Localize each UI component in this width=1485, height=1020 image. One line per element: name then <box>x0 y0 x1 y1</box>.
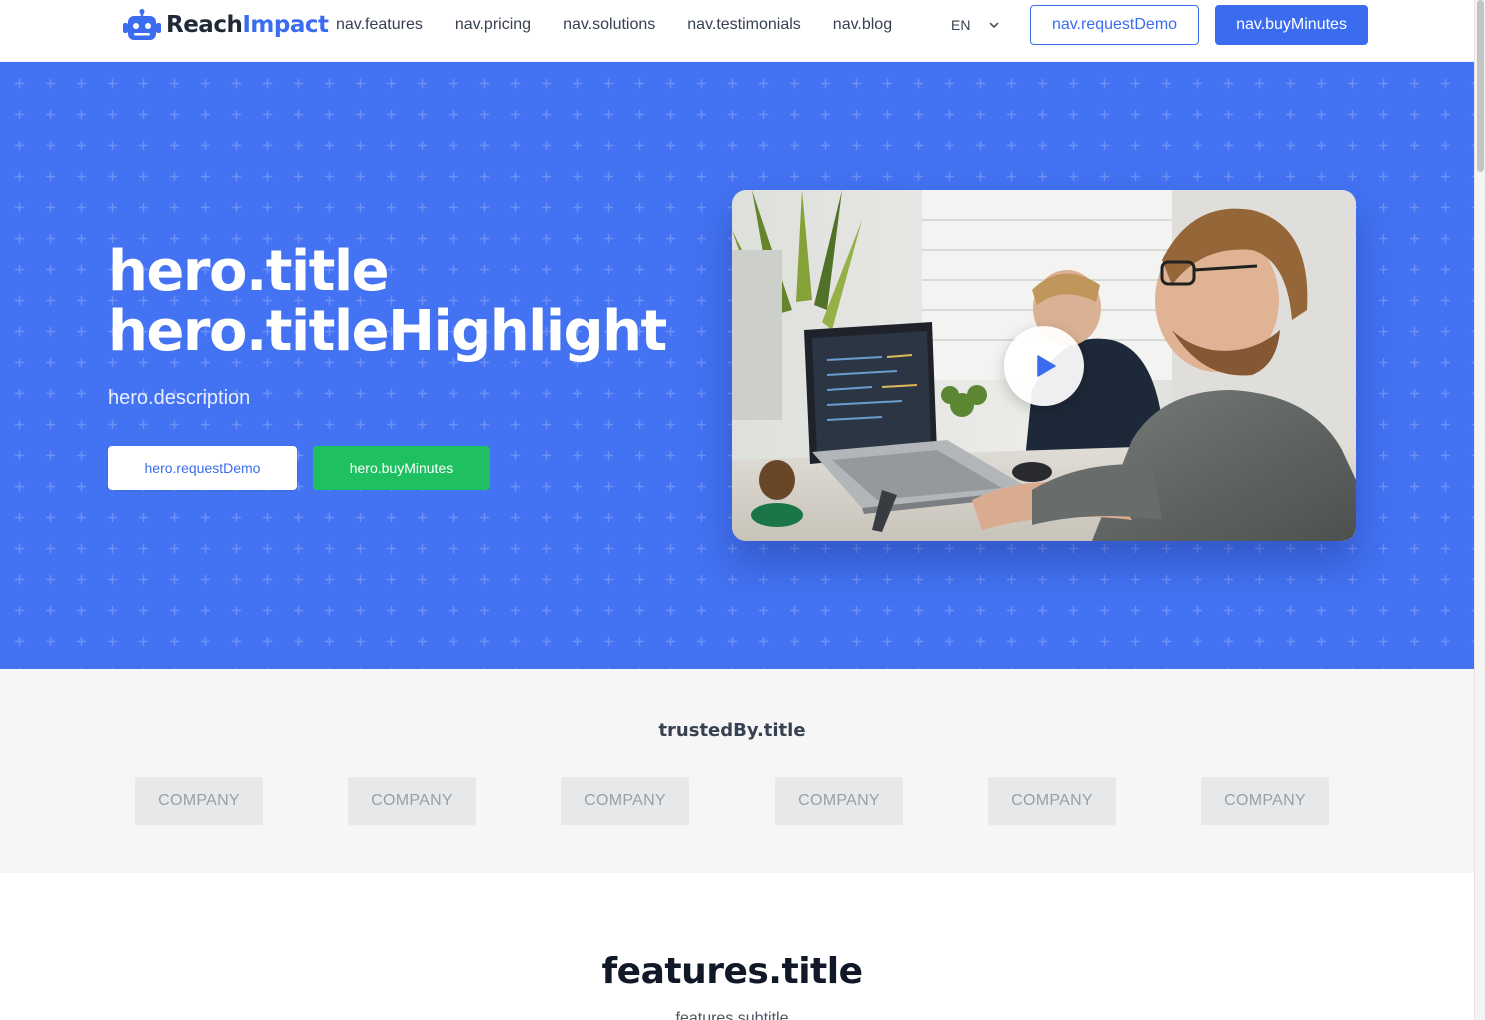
chevron-down-icon <box>990 22 999 28</box>
scrollbar-thumb[interactable] <box>1477 0 1484 172</box>
play-icon <box>1037 355 1056 377</box>
company-logo: COMPANY <box>1201 777 1329 825</box>
hero-buy-minutes-button[interactable]: hero.buyMinutes <box>313 446 490 490</box>
top-navbar: ReachImpact nav.features nav.pricing nav… <box>0 0 1474 62</box>
hero-title-main: hero.title <box>108 239 390 304</box>
features-title: features.title <box>601 951 864 992</box>
company-logo: COMPANY <box>775 777 903 825</box>
trusted-by-title: trustedBy.title <box>658 720 806 741</box>
hero-request-demo-button[interactable]: hero.requestDemo <box>108 446 297 490</box>
robot-icon <box>123 9 161 40</box>
nav-links: nav.features nav.pricing nav.solutions n… <box>336 14 892 36</box>
hero-description: hero.description <box>108 387 251 409</box>
trusted-by-section: trustedBy.title COMPANY COMPANY COMPANY … <box>0 669 1474 873</box>
hero-title-highlight: hero.titleHighlight <box>108 299 667 364</box>
features-subtitle: features.subtitle <box>675 1010 789 1020</box>
language-selector[interactable]: EN <box>951 16 1000 34</box>
hero-section: hero.title hero.titleHighlight hero.desc… <box>0 62 1474 669</box>
brand-name: ReachImpact <box>166 12 329 38</box>
brand-name-part2: Impact <box>242 12 329 38</box>
hero-video[interactable] <box>732 190 1356 541</box>
play-button[interactable] <box>1004 326 1084 406</box>
nav-request-demo-button[interactable]: nav.requestDemo <box>1030 5 1199 45</box>
nav-link-blog[interactable]: nav.blog <box>833 16 892 34</box>
nav-link-pricing[interactable]: nav.pricing <box>455 16 531 34</box>
company-logo: COMPANY <box>561 777 689 825</box>
page-scrollbar[interactable] <box>1474 0 1485 1020</box>
company-logo: COMPANY <box>135 777 263 825</box>
nav-link-testimonials[interactable]: nav.testimonials <box>687 16 801 34</box>
nav-buy-minutes-button[interactable]: nav.buyMinutes <box>1215 5 1368 45</box>
language-label: EN <box>951 17 971 33</box>
nav-link-features[interactable]: nav.features <box>336 16 423 34</box>
company-logo: COMPANY <box>988 777 1116 825</box>
nav-link-solutions[interactable]: nav.solutions <box>563 16 655 34</box>
brand-name-part1: Reach <box>166 12 243 38</box>
company-logo: COMPANY <box>348 777 476 825</box>
hero-title: hero.title hero.titleHighlight <box>108 242 708 362</box>
brand-logo[interactable]: ReachImpact <box>122 9 329 41</box>
